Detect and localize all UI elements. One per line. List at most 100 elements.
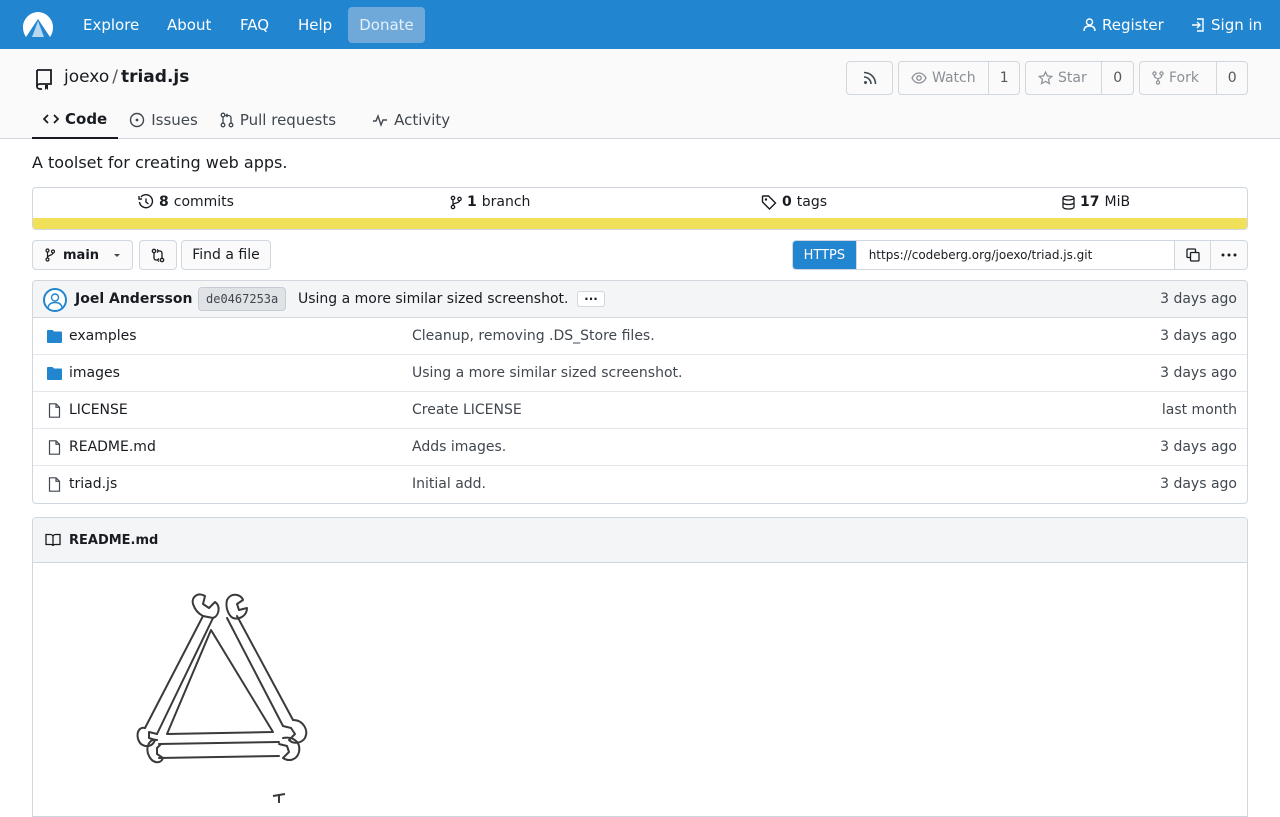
file-time: 3 days ago — [1160, 439, 1237, 455]
branch-stat[interactable]: 1 branch — [450, 194, 530, 210]
watch-button[interactable]: Watch 1 — [898, 61, 1020, 95]
table-row: images Using a more similar sized screen… — [33, 355, 1247, 392]
sign-in-label: Sign in — [1211, 15, 1263, 34]
eye-icon — [911, 72, 927, 84]
file-commit-message[interactable]: Cleanup, removing .DS_Store files. — [412, 328, 655, 344]
file-time: 3 days ago — [1160, 328, 1237, 344]
database-icon — [1062, 194, 1075, 210]
fork-count[interactable]: 0 — [1216, 62, 1247, 94]
donate-button[interactable]: Donate — [348, 7, 425, 43]
commit-message[interactable]: Using a more similar sized screenshot. — [298, 291, 568, 307]
nav-explore[interactable]: Explore — [83, 0, 139, 49]
register-link[interactable]: Register — [1083, 0, 1164, 49]
commits-count: 8 — [159, 194, 169, 210]
clone-url-input[interactable] — [855, 241, 1175, 269]
avatar[interactable] — [43, 288, 67, 312]
file-time: 3 days ago — [1160, 365, 1237, 381]
repo-separator: / — [112, 67, 118, 87]
branch-count: 1 — [467, 194, 477, 210]
file-commit-message[interactable]: Adds images. — [412, 439, 506, 455]
file-table: Joel Andersson de0467253a Using a more s… — [32, 280, 1248, 504]
nav-faq[interactable]: FAQ — [240, 0, 269, 49]
repo-owner-link[interactable]: joexo — [64, 67, 109, 87]
table-row: README.md Adds images. 3 days ago — [33, 429, 1247, 466]
clone-panel: HTTPS — [792, 240, 1248, 270]
tab-pull-requests[interactable]: Pull requests — [209, 101, 347, 139]
code-icon — [43, 114, 59, 124]
book-icon — [45, 533, 61, 547]
file-commit-message[interactable]: Using a more similar sized screenshot. — [412, 365, 682, 381]
more-options-button[interactable] — [1210, 241, 1247, 269]
file-commit-message[interactable]: Create LICENSE — [412, 402, 522, 418]
https-protocol-button[interactable]: HTTPS — [793, 241, 856, 269]
branch-icon — [450, 195, 462, 209]
copy-icon — [1186, 248, 1200, 262]
history-icon — [138, 194, 154, 209]
fork-label: Fork — [1169, 70, 1199, 86]
star-label: Star — [1058, 70, 1087, 86]
file-name-link[interactable]: examples — [69, 328, 137, 344]
table-row: LICENSE Create LICENSE last month — [33, 392, 1247, 429]
tags-stat[interactable]: 0 tags — [761, 194, 827, 210]
branch-selector-label: main — [63, 247, 100, 263]
tab-activity[interactable]: Activity — [361, 101, 461, 139]
rss-icon — [863, 71, 876, 85]
tab-issues-label: Issues — [151, 111, 198, 129]
tab-pull-requests-label: Pull requests — [239, 111, 337, 129]
repo-name-link[interactable]: triad.js — [121, 67, 189, 87]
star-icon — [1038, 71, 1053, 85]
commit-author[interactable]: Joel Andersson — [75, 291, 192, 307]
size-stat: 17 MiB — [1062, 194, 1130, 210]
compare-button[interactable] — [139, 240, 177, 270]
star-count[interactable]: 0 — [1101, 62, 1133, 94]
sign-in-icon — [1192, 17, 1204, 32]
watch-count[interactable]: 1 — [988, 62, 1019, 94]
file-time: last month — [1161, 402, 1237, 418]
tab-code[interactable]: Code — [32, 101, 119, 139]
latest-commit-row: Joel Andersson de0467253a Using a more s… — [33, 281, 1247, 318]
commit-expand-button[interactable]: ··· — [577, 291, 605, 307]
tab-issues[interactable]: Issues — [118, 101, 209, 139]
person-icon — [1083, 17, 1096, 31]
file-name-link[interactable]: LICENSE — [69, 402, 128, 418]
commit-sha[interactable]: de0467253a — [198, 287, 287, 311]
branch-label: branch — [481, 194, 531, 210]
branch-icon — [45, 248, 55, 262]
folder-icon — [47, 330, 62, 343]
copy-url-button[interactable] — [1174, 241, 1211, 269]
fork-button[interactable]: Fork 0 — [1139, 61, 1248, 95]
nav-about[interactable]: About — [167, 0, 211, 49]
codeberg-logo-icon[interactable] — [22, 10, 54, 38]
readme-filename[interactable]: README.md — [69, 533, 158, 548]
readme-panel: README.md — [32, 517, 1248, 817]
top-navbar: Explore About FAQ Help Donate Register S… — [0, 0, 1280, 49]
table-row: triad.js Initial add. 3 days ago — [33, 466, 1247, 503]
file-name-link[interactable]: README.md — [69, 439, 156, 455]
issue-icon — [130, 112, 145, 128]
language-bar[interactable] — [33, 218, 1247, 229]
file-commit-message[interactable]: Initial add. — [412, 476, 486, 492]
repo-title: joexo / triad.js — [64, 67, 189, 87]
star-button[interactable]: Star 0 — [1025, 61, 1134, 95]
sign-in-link[interactable]: Sign in — [1191, 0, 1262, 49]
commits-label: commits — [173, 194, 234, 210]
pulse-icon — [373, 113, 388, 127]
branch-selector[interactable]: main — [32, 240, 133, 270]
file-name-link[interactable]: triad.js — [69, 476, 117, 492]
file-name-link[interactable]: images — [69, 365, 120, 381]
kebab-horizontal-icon — [1221, 253, 1237, 257]
tab-code-label: Code — [65, 110, 108, 128]
repo-tabs: Code Issues Pull requests Activity — [32, 101, 461, 139]
folder-icon — [47, 367, 62, 380]
readme-header: README.md — [33, 518, 1247, 563]
chevron-down-icon — [114, 253, 121, 257]
commits-stat[interactable]: 8 commits — [138, 194, 234, 210]
nav-help[interactable]: Help — [298, 0, 332, 49]
rss-button[interactable] — [846, 61, 893, 95]
repo-description: A toolset for creating web apps. — [32, 153, 288, 172]
repo-header: joexo / triad.js Watch 1 Star 0 Fork 0 C… — [0, 49, 1280, 139]
find-file-button[interactable]: Find a file — [181, 240, 271, 270]
watch-label: Watch — [932, 70, 976, 86]
tags-count: 0 — [782, 194, 792, 210]
tag-icon — [761, 195, 777, 210]
